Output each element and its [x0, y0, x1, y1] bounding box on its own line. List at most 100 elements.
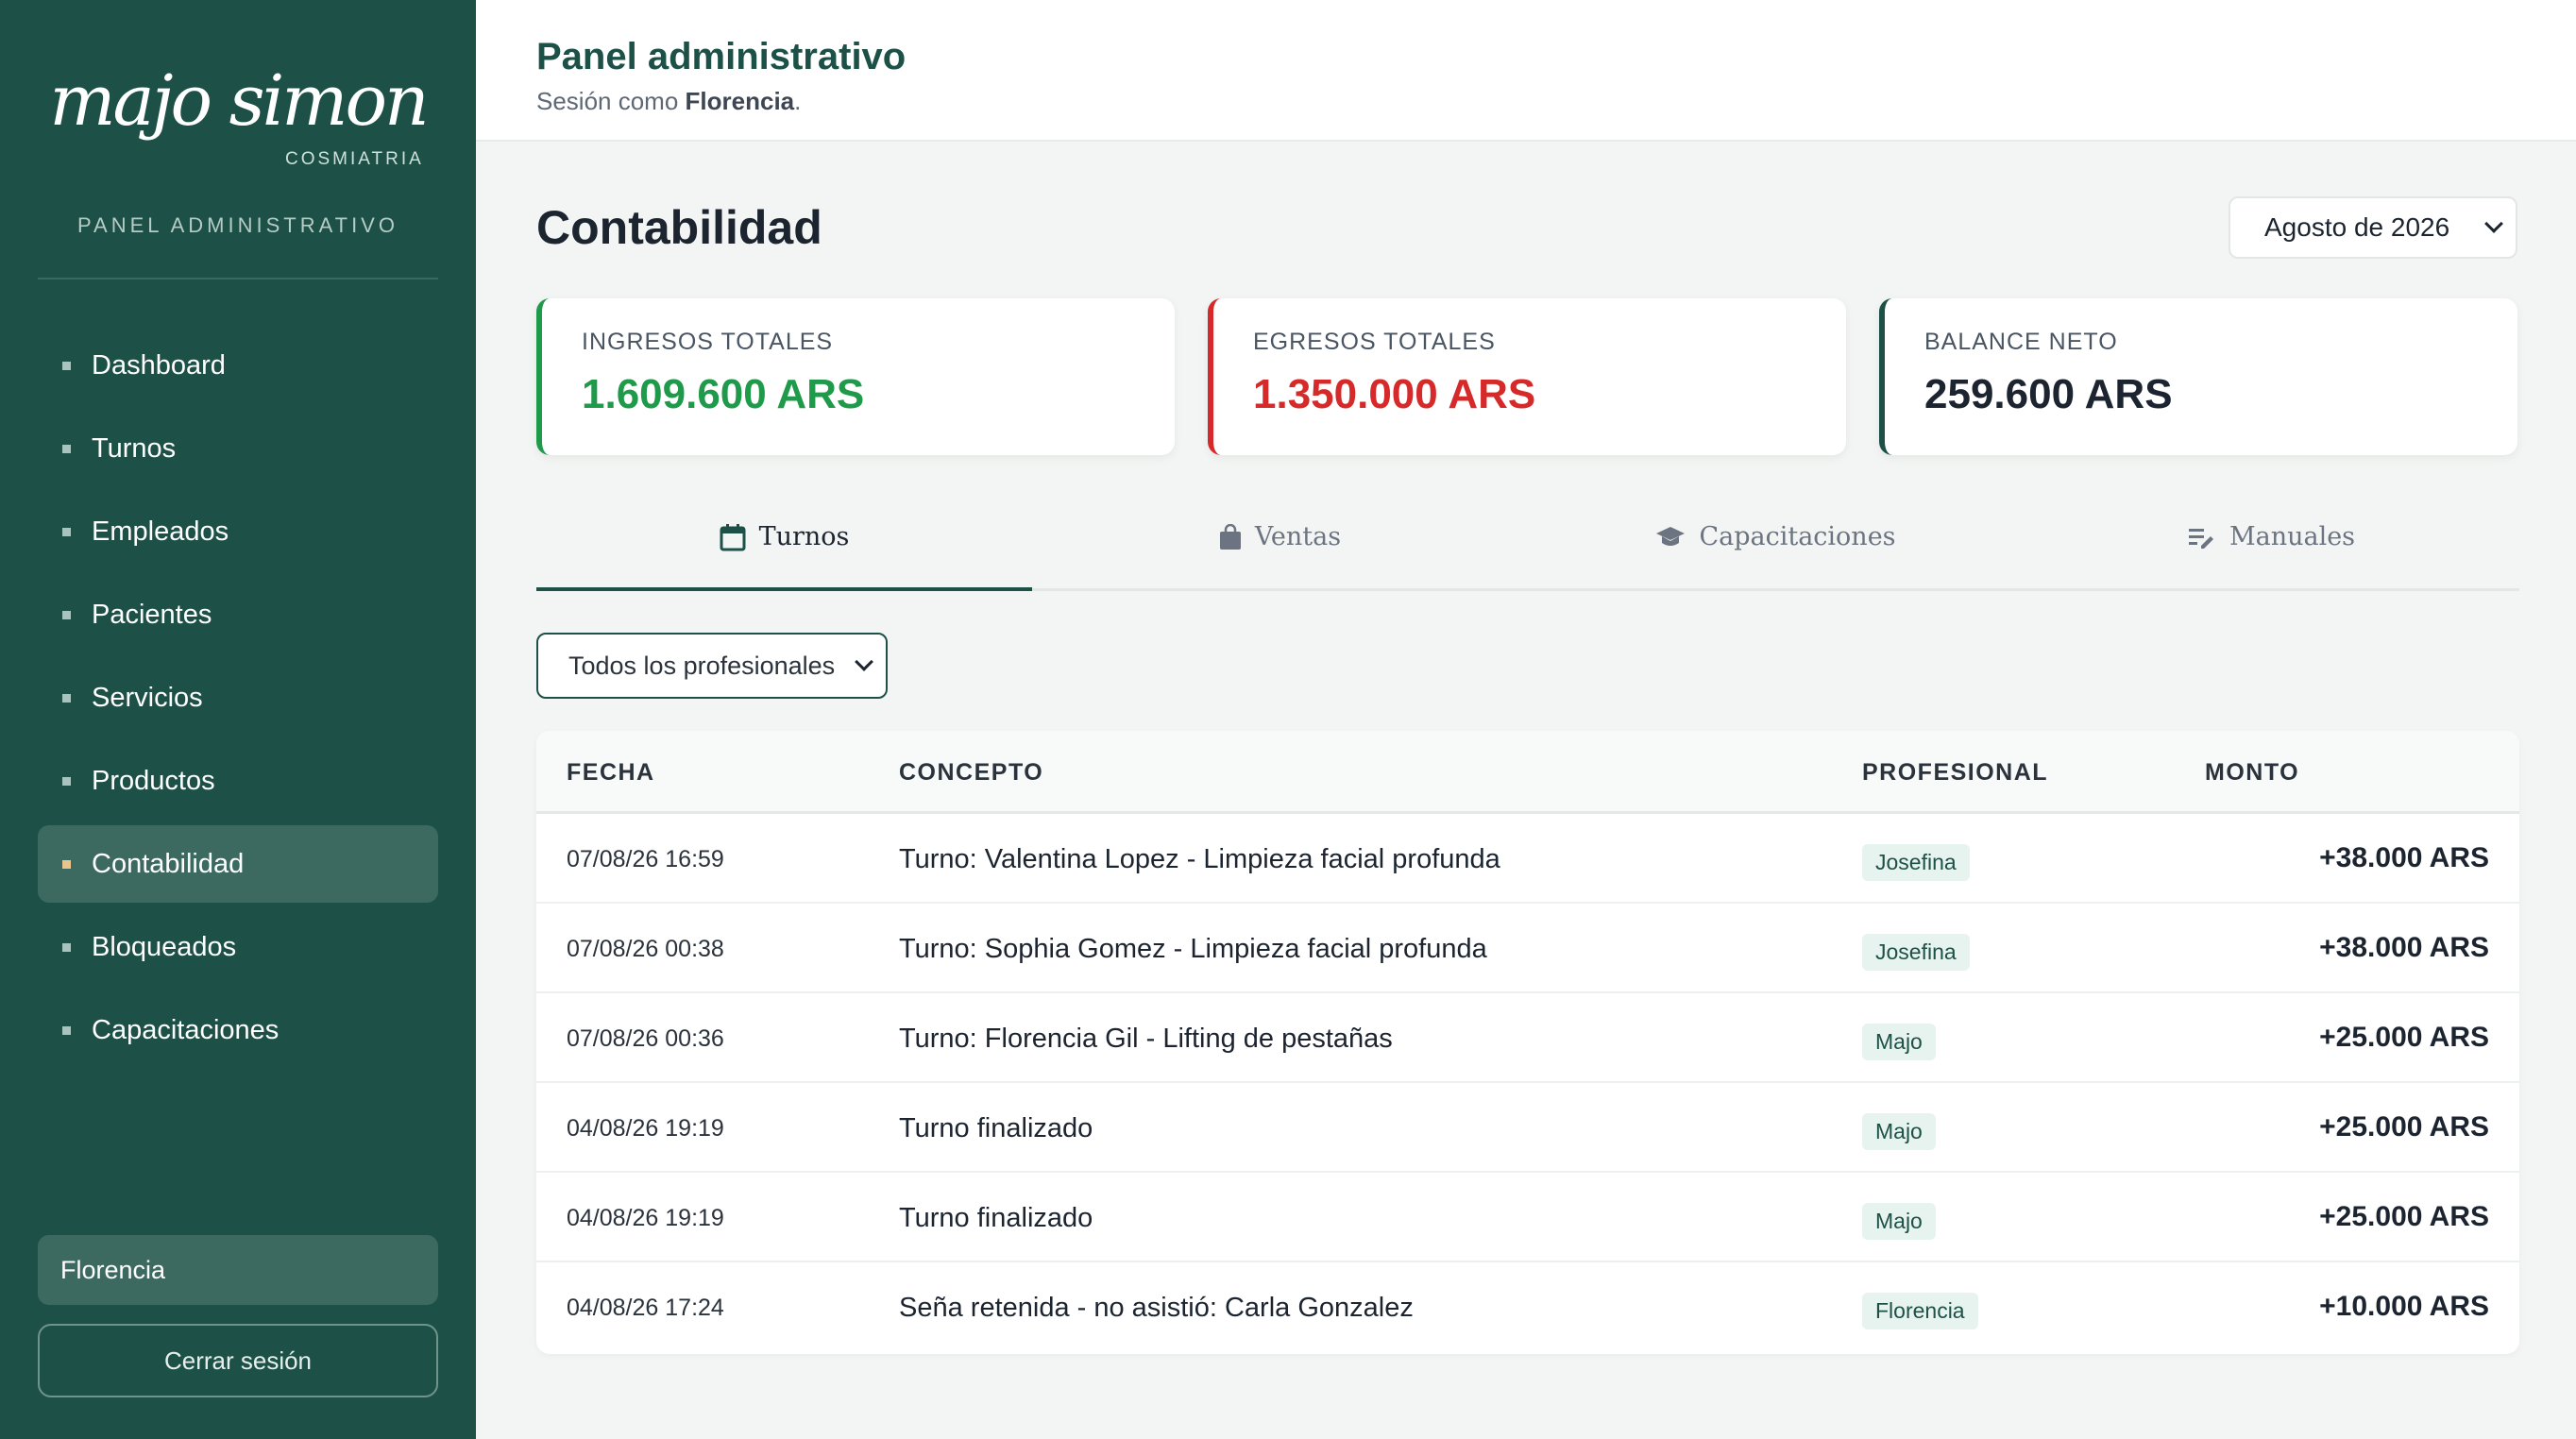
professional-badge: Majo	[1862, 1024, 1936, 1060]
top-header: Panel administrativo Sesión como Florenc…	[476, 0, 2576, 142]
column-header-professional: PROFESIONAL	[1862, 759, 2049, 786]
balance-value: 259.600 ARS	[1924, 371, 2173, 417]
tab-label: Capacitaciones	[1699, 522, 1896, 551]
sidebar-item-bloqueados[interactable]: Bloqueados	[38, 908, 438, 986]
bullet-icon	[62, 942, 71, 952]
row-amount: +10.000 ARS	[2319, 1291, 2489, 1322]
sidebar-item-label: Contabilidad	[92, 848, 245, 879]
income-card: INGRESOS TOTALES 1.609.600 ARS	[536, 298, 1175, 455]
professional-badge: Josefina	[1862, 934, 1970, 971]
sidebar: majo simon COSMIATRIA PANEL ADMINISTRATI…	[0, 0, 476, 1439]
row-date: 07/08/26 16:59	[567, 846, 724, 872]
logout-button[interactable]: Cerrar sesión	[38, 1324, 438, 1397]
brand-name: majo simon	[49, 60, 429, 142]
graduation-cap-icon	[1656, 526, 1686, 546]
tab-ventas[interactable]: Ventas	[1032, 510, 1528, 588]
brand-logo: majo simon COSMIATRIA	[0, 60, 476, 169]
professional-badge: Josefina	[1862, 844, 1970, 881]
bullet-icon	[62, 859, 71, 869]
sidebar-nav: Dashboard Turnos Empleados Pacientes Ser…	[38, 327, 438, 1075]
sidebar-item-servicios[interactable]: Servicios	[38, 659, 438, 736]
tab-label: Turnos	[758, 522, 850, 551]
row-amount: +25.000 ARS	[2319, 1111, 2489, 1143]
bullet-icon	[62, 1025, 71, 1035]
sidebar-item-pacientes[interactable]: Pacientes	[38, 576, 438, 653]
column-header-amount: MONTO	[2205, 759, 2300, 786]
table-row: 04/08/26 19:19 Turno finalizado Majo +25…	[536, 1173, 2519, 1262]
tabs: Turnos Ventas Capacitaciones Manuales	[536, 510, 2519, 591]
header-title: Panel administrativo	[536, 36, 907, 77]
row-date: 07/08/26 00:36	[567, 1025, 724, 1052]
table-header: FECHA CONCEPTO PROFESIONAL MONTO	[536, 731, 2519, 814]
tab-turnos[interactable]: Turnos	[536, 510, 1032, 591]
row-amount: +25.000 ARS	[2319, 1201, 2489, 1232]
month-select[interactable]: Agosto de 2026	[2229, 196, 2517, 259]
session-prefix: Sesión como	[536, 87, 686, 115]
table-row: 07/08/26 00:38 Turno: Sophia Gomez - Lim…	[536, 904, 2519, 993]
row-concept: Seña retenida - no asistió: Carla Gonzal…	[899, 1293, 1414, 1323]
row-date: 04/08/26 19:19	[567, 1115, 724, 1142]
tab-manuales[interactable]: Manuales	[2024, 510, 2519, 588]
tab-label: Ventas	[1254, 522, 1342, 551]
session-user: Florencia	[685, 87, 795, 115]
row-concept: Turno: Valentina Lopez - Limpieza facial…	[899, 844, 1500, 874]
bullet-icon	[62, 444, 71, 453]
sidebar-item-label: Servicios	[92, 682, 203, 713]
edit-list-icon	[2188, 528, 2213, 549]
sidebar-item-productos[interactable]: Productos	[38, 742, 438, 820]
expense-label: EGRESOS TOTALES	[1253, 329, 1496, 355]
income-label: INGRESOS TOTALES	[582, 329, 834, 355]
sidebar-item-label: Turnos	[92, 432, 177, 464]
row-amount: +38.000 ARS	[2319, 932, 2489, 963]
professional-badge: Majo	[1862, 1203, 1936, 1240]
bullet-icon	[62, 610, 71, 619]
professional-badge: Florencia	[1862, 1293, 1978, 1329]
column-header-date: FECHA	[567, 759, 655, 786]
sidebar-item-label: Pacientes	[92, 599, 212, 630]
bullet-icon	[62, 776, 71, 786]
current-user: Florencia	[38, 1235, 438, 1305]
professional-select[interactable]: Todos los profesionales	[536, 633, 888, 699]
sidebar-item-label: Capacitaciones	[92, 1014, 280, 1045]
table-row: 07/08/26 00:36 Turno: Florencia Gil - Li…	[536, 993, 2519, 1083]
row-date: 04/08/26 19:19	[567, 1205, 724, 1231]
row-amount: +25.000 ARS	[2319, 1022, 2489, 1053]
chevron-down-icon	[855, 652, 873, 671]
session-suffix: .	[794, 87, 802, 115]
chevron-down-icon	[2484, 214, 2503, 233]
row-concept: Turno finalizado	[899, 1113, 1093, 1143]
sidebar-item-label: Dashboard	[92, 349, 226, 381]
session-info: Sesión como Florencia.	[536, 87, 801, 116]
bullet-icon	[62, 693, 71, 703]
transactions-table: FECHA CONCEPTO PROFESIONAL MONTO 07/08/2…	[536, 731, 2519, 1354]
sidebar-item-capacitaciones[interactable]: Capacitaciones	[38, 991, 438, 1069]
table-row: 07/08/26 16:59 Turno: Valentina Lopez - …	[536, 814, 2519, 904]
row-concept: Turno finalizado	[899, 1203, 1093, 1233]
table-row: 04/08/26 17:24 Seña retenida - no asisti…	[536, 1262, 2519, 1352]
row-amount: +38.000 ARS	[2319, 842, 2489, 873]
expense-value: 1.350.000 ARS	[1253, 371, 1536, 417]
sidebar-item-empleados[interactable]: Empleados	[38, 493, 438, 570]
balance-card: BALANCE NETO 259.600 ARS	[1879, 298, 2517, 455]
page-title: Contabilidad	[536, 201, 822, 254]
bullet-icon	[62, 361, 71, 370]
row-date: 07/08/26 00:38	[567, 936, 724, 962]
month-select-value: Agosto de 2026	[2264, 212, 2450, 242]
table-row: 04/08/26 19:19 Turno finalizado Majo +25…	[536, 1083, 2519, 1173]
brand-subtitle: COSMIATRIA	[285, 149, 424, 169]
sidebar-item-contabilidad[interactable]: Contabilidad	[38, 825, 438, 903]
balance-label: BALANCE NETO	[1924, 329, 2118, 355]
column-header-concept: CONCEPTO	[899, 759, 1044, 786]
tab-capacitaciones[interactable]: Capacitaciones	[1528, 510, 2024, 588]
professional-select-value: Todos los profesionales	[568, 651, 836, 680]
sidebar-item-turnos[interactable]: Turnos	[38, 410, 438, 487]
expense-card: EGRESOS TOTALES 1.350.000 ARS	[1208, 298, 1846, 455]
tab-label: Manuales	[2229, 522, 2356, 551]
sidebar-item-label: Empleados	[92, 516, 229, 547]
bullet-icon	[62, 527, 71, 536]
professional-badge: Majo	[1862, 1113, 1936, 1150]
sidebar-item-dashboard[interactable]: Dashboard	[38, 327, 438, 404]
sidebar-item-label: Bloqueados	[92, 931, 237, 962]
row-date: 04/08/26 17:24	[567, 1295, 724, 1321]
calendar-icon	[720, 523, 746, 550]
